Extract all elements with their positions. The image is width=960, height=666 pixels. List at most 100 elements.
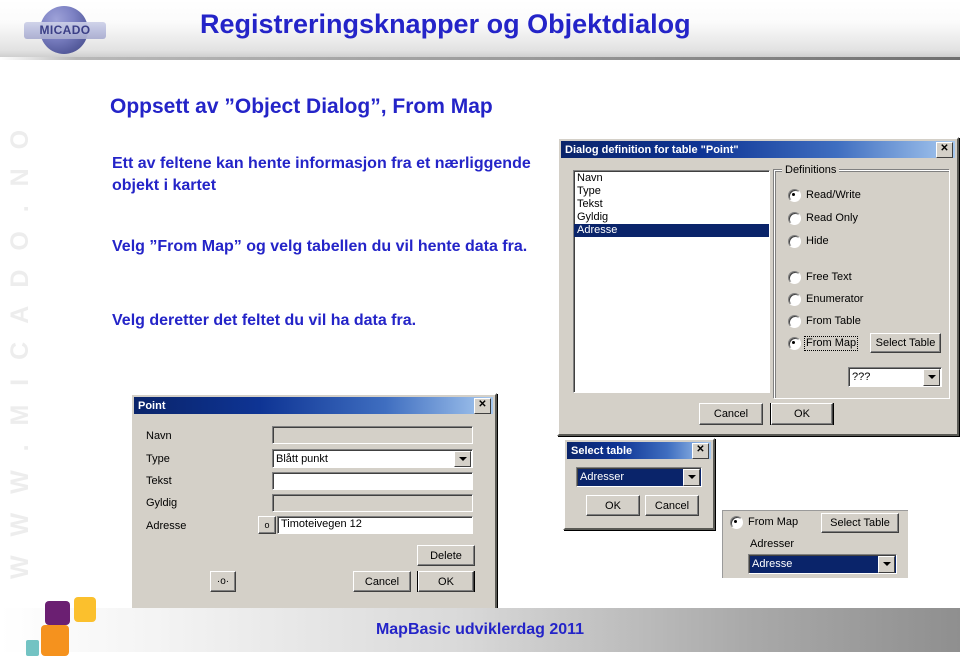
point-field-adresse-value: Timoteivegen 12 bbox=[281, 518, 362, 530]
point-cancel-button[interactable]: Cancel bbox=[353, 571, 411, 592]
select-table-button[interactable]: Select Table bbox=[870, 333, 941, 353]
definitions-groupbox: Definitions Read/Write Read Only Hide Fr… bbox=[774, 164, 950, 399]
logo-text: MICADO bbox=[39, 23, 91, 37]
radio-label: Hide bbox=[806, 235, 829, 247]
select-table-window: Select table ✕ Adresser OK Cancel bbox=[563, 438, 715, 530]
from-map-panel-field-combo[interactable]: Adresse bbox=[748, 554, 897, 574]
point-label-type: Type bbox=[146, 453, 170, 465]
select-table-combo[interactable]: Adresser bbox=[576, 467, 702, 487]
select-table-title: Select table bbox=[571, 444, 633, 457]
slide-paragraph-2: Velg ”From Map” og velg tabellen du vil … bbox=[112, 238, 528, 255]
radio-read-write[interactable]: Read/Write bbox=[788, 189, 861, 202]
point-pick-button-label: o bbox=[264, 520, 270, 530]
deco-square-yellow bbox=[74, 597, 96, 622]
point-label-navn: Navn bbox=[146, 430, 172, 442]
radio-enumerator[interactable]: Enumerator bbox=[788, 293, 863, 306]
point-title: Point bbox=[138, 399, 166, 412]
radio-dot-icon bbox=[788, 293, 801, 306]
radio-dot-icon bbox=[788, 212, 801, 225]
close-icon[interactable]: ✕ bbox=[936, 142, 953, 158]
slide-paragraph-1: Ett av feltene kan hente informasjon fra… bbox=[112, 155, 531, 194]
select-table-titlebar: Select table ✕ bbox=[567, 442, 711, 459]
list-item[interactable]: Tekst bbox=[574, 198, 769, 211]
point-delete-button[interactable]: Delete bbox=[417, 545, 475, 566]
chevron-down-icon[interactable] bbox=[683, 468, 700, 486]
radio-label: From Map bbox=[803, 336, 859, 351]
cancel-button-label: Cancel bbox=[713, 408, 749, 420]
point-field-type-value: Blått punkt bbox=[276, 452, 328, 465]
slide-paragraph-3: Velg deretter det feltet du vil ha data … bbox=[112, 312, 417, 329]
header-divider bbox=[0, 57, 960, 60]
radio-label: Read Only bbox=[806, 212, 858, 224]
point-pick-from-map-button[interactable]: o bbox=[258, 516, 276, 534]
from-map-panel-select-table-button[interactable]: Select Table bbox=[821, 513, 899, 533]
radio-dot-icon bbox=[788, 235, 801, 248]
point-ok-button[interactable]: OK bbox=[417, 571, 475, 592]
slide-heading: Oppsett av ”Object Dialog”, From Map bbox=[110, 95, 493, 118]
radio-label: Read/Write bbox=[806, 189, 861, 201]
point-field-gyldig[interactable] bbox=[272, 494, 473, 512]
list-item[interactable]: Type bbox=[574, 185, 769, 198]
dialog-definition-window: Dialog definition for table "Point" ✕ Na… bbox=[557, 137, 959, 436]
radio-free-text[interactable]: Free Text bbox=[788, 271, 852, 284]
radio-read-only[interactable]: Read Only bbox=[788, 212, 858, 225]
radio-dot-icon bbox=[788, 315, 801, 328]
point-map-tool-button[interactable]: ·o· bbox=[210, 571, 236, 592]
point-label-tekst: Tekst bbox=[146, 475, 172, 487]
dialog-definition-cancel-button[interactable]: Cancel bbox=[699, 403, 763, 425]
from-map-panel-table-label: Adresser bbox=[750, 538, 795, 550]
site-watermark: W W W . M I C A D O . N O bbox=[6, 123, 34, 579]
radio-dot-icon bbox=[788, 271, 801, 284]
point-map-tool-label: ·o· bbox=[216, 576, 230, 587]
from-map-panel-radio[interactable]: From Map bbox=[730, 516, 798, 529]
chevron-down-icon[interactable] bbox=[923, 368, 940, 386]
list-item-selected[interactable]: Adresse bbox=[574, 224, 769, 237]
from-map-panel-field-combo-value: Adresse bbox=[752, 558, 793, 570]
definitions-group-title: Definitions bbox=[782, 164, 840, 176]
dialog-definition-title: Dialog definition for table "Point" bbox=[565, 143, 739, 156]
page-title: Registreringsknapper og Objektdialog bbox=[200, 9, 691, 39]
cancel-button-label: Cancel bbox=[364, 575, 400, 588]
select-table-cancel-button[interactable]: Cancel bbox=[645, 495, 699, 516]
chevron-down-icon[interactable] bbox=[878, 555, 895, 573]
radio-from-table[interactable]: From Table bbox=[788, 315, 861, 328]
point-field-navn[interactable] bbox=[272, 426, 473, 444]
radio-label: Enumerator bbox=[806, 293, 864, 305]
close-icon[interactable]: ✕ bbox=[692, 443, 709, 459]
source-field-combo[interactable]: ??? bbox=[848, 367, 942, 387]
select-table-button-label: Select Table bbox=[830, 517, 890, 529]
point-window: Point ✕ Navn Type Blått punkt Tekst Gyld… bbox=[130, 393, 497, 610]
radio-hide[interactable]: Hide bbox=[788, 235, 829, 248]
select-table-button-label: Select Table bbox=[875, 337, 936, 349]
point-field-tekst[interactable] bbox=[272, 472, 473, 490]
list-item[interactable]: Navn bbox=[574, 172, 769, 185]
delete-button-label: Delete bbox=[430, 549, 462, 562]
radio-from-map[interactable]: From Map bbox=[788, 336, 859, 351]
select-table-ok-button[interactable]: OK bbox=[586, 495, 640, 516]
field-listbox[interactable]: Navn Type Tekst Gyldig Adresse bbox=[573, 170, 770, 393]
footer: MapBasic udviklerdag 2011 bbox=[0, 608, 960, 652]
point-field-type[interactable]: Blått punkt bbox=[272, 449, 473, 468]
deco-square-purple bbox=[45, 601, 70, 625]
deco-square-teal bbox=[26, 640, 39, 656]
ok-button-label: OK bbox=[771, 403, 833, 425]
dialog-definition-ok-button[interactable]: OK bbox=[770, 403, 834, 425]
radio-dot-icon bbox=[730, 516, 743, 529]
radio-dot-icon bbox=[788, 189, 801, 202]
radio-label: From Table bbox=[806, 315, 861, 327]
select-table-combo-value: Adresser bbox=[580, 471, 625, 483]
micado-logo: MICADO bbox=[24, 6, 106, 54]
ok-button-label: OK bbox=[605, 499, 621, 512]
chevron-down-icon[interactable] bbox=[454, 450, 471, 467]
point-field-adresse[interactable]: Timoteivegen 12 bbox=[277, 516, 473, 534]
source-field-combo-value: ??? bbox=[852, 371, 871, 383]
point-label-adresse: Adresse bbox=[146, 520, 187, 532]
radio-label: From Map bbox=[748, 516, 799, 528]
list-item[interactable]: Gyldig bbox=[574, 211, 769, 224]
footer-label: MapBasic udviklerdag 2011 bbox=[375, 621, 585, 638]
close-icon[interactable]: ✕ bbox=[474, 398, 491, 414]
radio-label: Free Text bbox=[806, 271, 852, 283]
dialog-definition-titlebar: Dialog definition for table "Point" ✕ bbox=[561, 141, 955, 158]
point-label-gyldig: Gyldig bbox=[146, 497, 178, 509]
cancel-button-label: Cancel bbox=[654, 499, 690, 512]
